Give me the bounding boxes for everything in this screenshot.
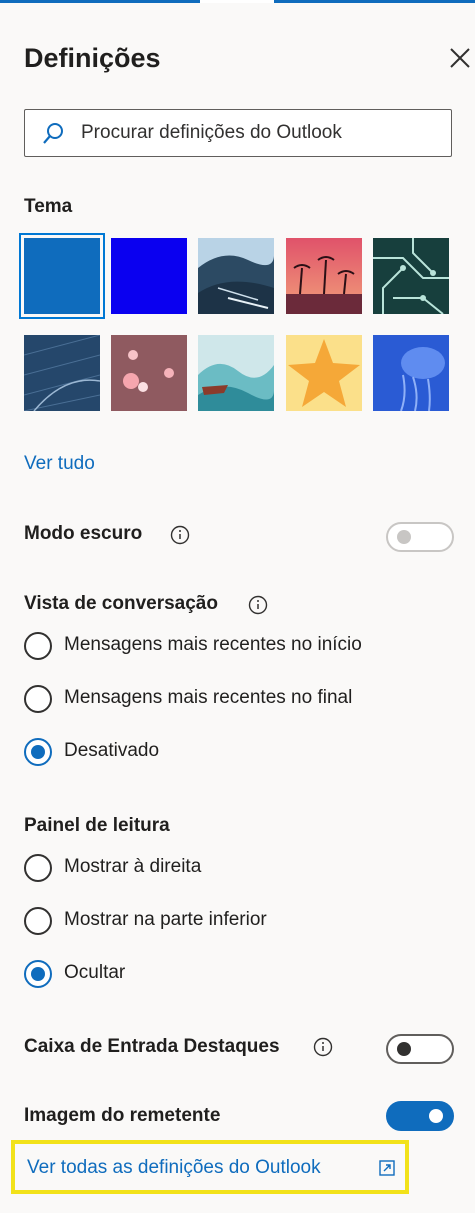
theme-swatch-waves[interactable] [198, 335, 274, 411]
theme-swatch-bokeh[interactable] [111, 335, 187, 411]
focused-inbox-toggle[interactable] [386, 1034, 454, 1064]
settings-panel: Definições Tema [0, 3, 475, 1213]
info-icon[interactable] [170, 525, 190, 545]
search-icon [43, 123, 63, 144]
radio-label: Mensagens mais recentes no início [64, 634, 362, 655]
info-icon[interactable] [248, 595, 268, 615]
dark-mode-label: Modo escuro [24, 523, 143, 544]
open-in-new-window-icon[interactable] [378, 1159, 396, 1177]
conversation-view-label: Vista de conversação [24, 593, 218, 614]
theme-swatch-bright-blue[interactable] [111, 238, 187, 314]
info-icon[interactable] [313, 1037, 333, 1057]
radio-label: Mostrar na parte inferior [64, 909, 267, 930]
radio-label: Mensagens mais recentes no final [64, 687, 353, 708]
search-box [24, 109, 452, 157]
radio-button[interactable] [24, 907, 52, 935]
theme-swatch-circuit[interactable] [373, 238, 449, 314]
theme-swatch-mountain[interactable] [198, 238, 274, 314]
theme-swatch-blue[interactable] [19, 233, 105, 319]
radio-button[interactable] [24, 632, 52, 660]
radio-label: Desativado [64, 740, 160, 761]
sender-image-label: Imagem do remetente [24, 1105, 221, 1126]
sender-image-toggle[interactable] [386, 1101, 454, 1131]
dark-mode-toggle[interactable] [386, 522, 454, 552]
radio-button[interactable] [24, 685, 52, 713]
radio-label: Mostrar à direita [64, 856, 202, 877]
theme-label: Tema [24, 196, 73, 217]
focused-inbox-label: Caixa de Entrada Destaques [24, 1036, 280, 1057]
see-all-themes-link[interactable]: Ver tudo [24, 453, 95, 475]
reading-pane-label: Painel de leitura [24, 815, 170, 836]
theme-swatch-jellyfish[interactable] [373, 335, 449, 411]
view-all-settings-highlight: Ver todas as definições do Outlook [11, 1140, 409, 1194]
theme-swatch-blueprint[interactable] [24, 335, 100, 411]
search-input[interactable] [81, 118, 441, 148]
close-icon[interactable] [446, 44, 474, 72]
radio-label: Ocultar [64, 962, 126, 983]
radio-button[interactable] [24, 738, 52, 766]
theme-swatch-star[interactable] [286, 335, 362, 411]
radio-button[interactable] [24, 960, 52, 988]
view-all-settings-link[interactable]: Ver todas as definições do Outlook [27, 1157, 321, 1179]
page-title: Definições [24, 43, 161, 73]
theme-swatch-palm-sunset[interactable] [286, 238, 362, 314]
radio-button[interactable] [24, 854, 52, 882]
